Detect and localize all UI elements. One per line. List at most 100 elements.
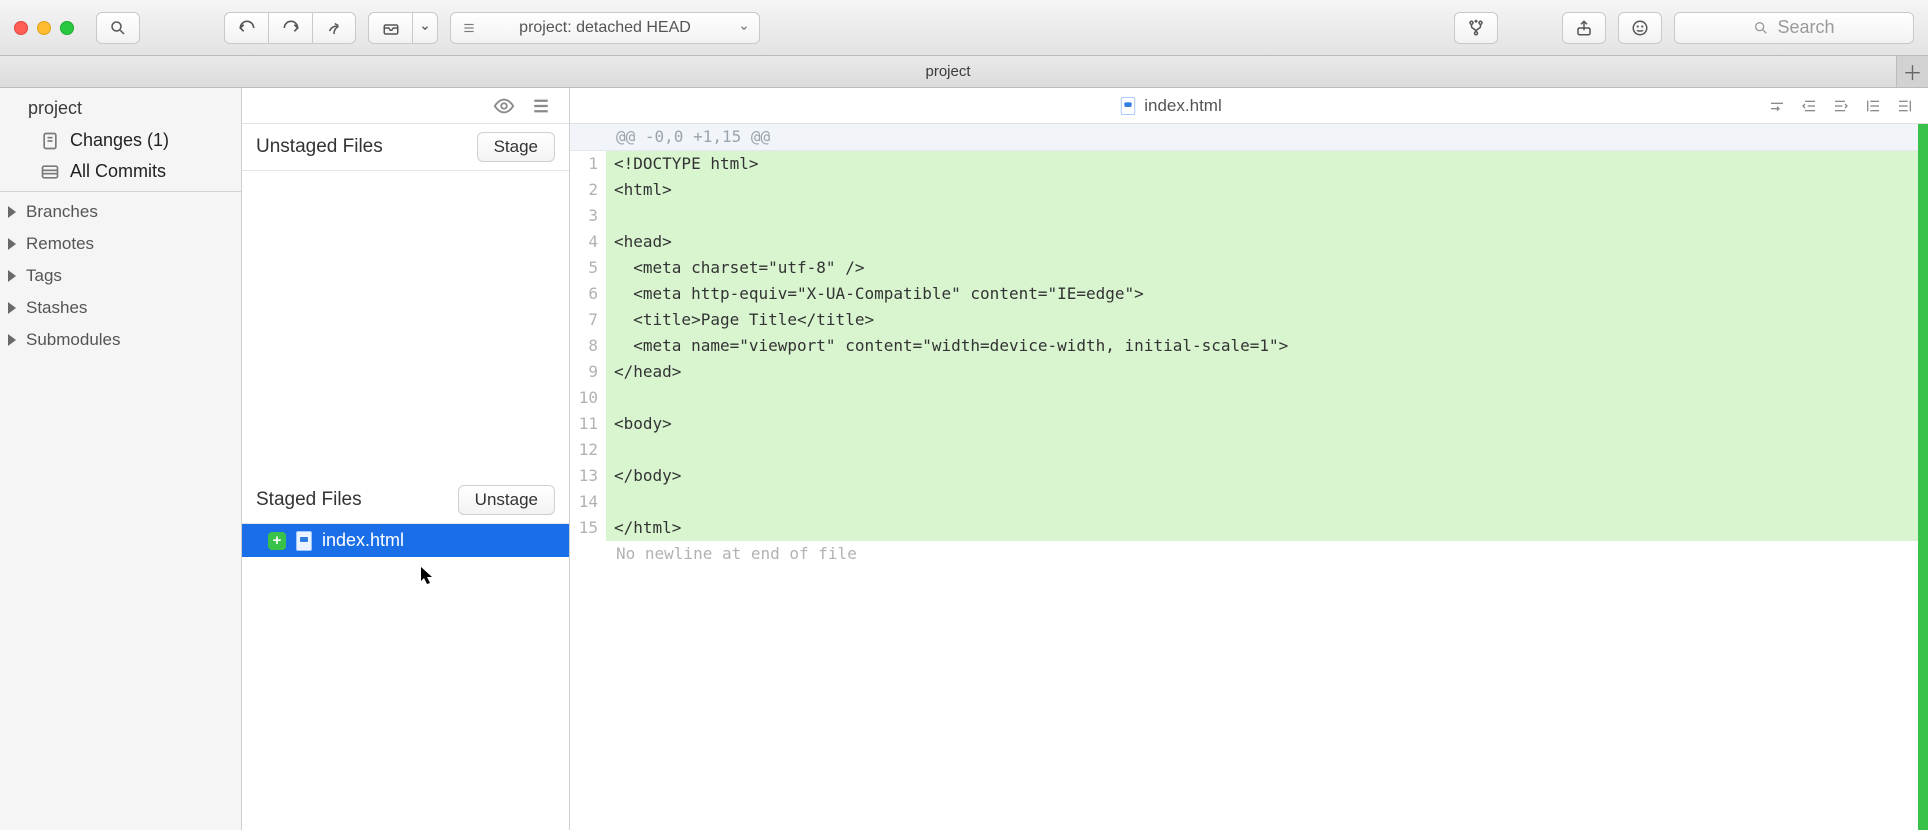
diff-line[interactable]: 3: [570, 203, 1928, 229]
add-tab-button[interactable]: ＋: [1896, 56, 1928, 87]
line-text: <meta http-equiv="X-UA-Compatible" conte…: [606, 281, 1928, 307]
git-branch-icon: [1466, 19, 1486, 37]
minimize-window-button[interactable]: [37, 21, 51, 35]
list-view-icon[interactable]: [531, 97, 551, 115]
branch-selector[interactable]: project: detached HEAD: [450, 12, 760, 44]
diff-line[interactable]: 2<html>: [570, 177, 1928, 203]
sidebar-section-remotes[interactable]: Remotes: [0, 228, 241, 260]
diff-tools: [1768, 98, 1914, 114]
new-branch-button[interactable]: [1454, 12, 1498, 44]
diff-filename-text: index.html: [1144, 96, 1221, 116]
emoji-button[interactable]: [1618, 12, 1662, 44]
line-number: 6: [570, 281, 606, 307]
file-panel-toolbar: [242, 88, 569, 124]
diff-line[interactable]: 14: [570, 489, 1928, 515]
sidebar: project Changes (1) All Commits Branches…: [0, 88, 242, 830]
search-icon: [1753, 20, 1769, 36]
line-text: <title>Page Title</title>: [606, 307, 1928, 333]
expand-left-icon[interactable]: [1864, 98, 1882, 114]
line-text: <head>: [606, 229, 1928, 255]
smile-icon: [1631, 19, 1649, 37]
indent-right-icon[interactable]: [1832, 98, 1850, 114]
diff-line[interactable]: 1<!DOCTYPE html>: [570, 151, 1928, 177]
cursor-icon: [420, 566, 434, 586]
sidebar-section-tags[interactable]: Tags: [0, 260, 241, 292]
diff-line[interactable]: 7 <title>Page Title</title>: [570, 307, 1928, 333]
section-label: Branches: [26, 202, 98, 222]
zoom-window-button[interactable]: [60, 21, 74, 35]
file-icon: [1121, 97, 1135, 115]
stash-menu-button[interactable]: [412, 12, 438, 44]
diff-line[interactable]: 13</body>: [570, 463, 1928, 489]
global-search[interactable]: Search: [1674, 12, 1914, 44]
plus-icon: ＋: [1903, 57, 1923, 86]
section-label: Tags: [26, 266, 62, 286]
list-icon: [461, 21, 477, 35]
diff-body[interactable]: @@ -0,0 +1,15 @@ 1<!DOCTYPE html>2<html>…: [570, 124, 1928, 830]
line-number: 8: [570, 333, 606, 359]
diff-line[interactable]: 10: [570, 385, 1928, 411]
diff-eof-message: No newline at end of file: [570, 541, 1928, 567]
file-name: index.html: [322, 530, 404, 551]
section-label: Stashes: [26, 298, 87, 318]
undo-button[interactable]: [224, 12, 268, 44]
search-button[interactable]: [96, 12, 140, 44]
toolbar: project: detached HEAD Search: [0, 0, 1928, 56]
changes-icon: [40, 131, 60, 151]
share-button[interactable]: [1562, 12, 1606, 44]
close-window-button[interactable]: [14, 21, 28, 35]
sidebar-repo-name[interactable]: project: [0, 92, 241, 125]
wrap-icon[interactable]: [1768, 98, 1786, 114]
redo-button[interactable]: [268, 12, 312, 44]
expand-right-icon[interactable]: [1896, 98, 1914, 114]
main-area: project Changes (1) All Commits Branches…: [0, 88, 1928, 830]
indent-left-icon[interactable]: [1800, 98, 1818, 114]
line-text: [606, 437, 1928, 463]
line-text: [606, 489, 1928, 515]
file-icon: [296, 531, 312, 551]
diff-line[interactable]: 4<head>: [570, 229, 1928, 255]
undo-icon: [237, 19, 257, 37]
tab-project[interactable]: project: [0, 56, 1896, 87]
line-text: [606, 385, 1928, 411]
line-text: <meta charset="utf-8" />: [606, 255, 1928, 281]
unstage-button[interactable]: Unstage: [458, 485, 555, 515]
section-label: Submodules: [26, 330, 121, 350]
line-number: 5: [570, 255, 606, 281]
staged-list[interactable]: + index.html: [242, 524, 569, 830]
sidebar-item-label: All Commits: [70, 161, 166, 182]
disclosure-triangle-icon: [8, 270, 16, 282]
staged-title: Staged Files: [256, 489, 448, 511]
nav-group: [224, 12, 356, 44]
diff-line[interactable]: 6 <meta http-equiv="X-UA-Compatible" con…: [570, 281, 1928, 307]
sidebar-section-branches[interactable]: Branches: [0, 196, 241, 228]
sidebar-item-all-commits[interactable]: All Commits: [0, 156, 241, 187]
tab-bar: project ＋: [0, 56, 1928, 88]
diff-line[interactable]: 9</head>: [570, 359, 1928, 385]
diff-line[interactable]: 5 <meta charset="utf-8" />: [570, 255, 1928, 281]
eye-icon[interactable]: [493, 95, 515, 117]
line-text: <html>: [606, 177, 1928, 203]
diff-line[interactable]: 11<body>: [570, 411, 1928, 437]
window-controls: [14, 21, 74, 35]
sidebar-section-submodules[interactable]: Submodules: [0, 324, 241, 356]
line-text: </html>: [606, 515, 1928, 541]
chevron-down-icon: [420, 23, 430, 33]
unstaged-list[interactable]: [242, 171, 569, 477]
stage-button[interactable]: Stage: [477, 132, 555, 162]
line-text: <!DOCTYPE html>: [606, 151, 1928, 177]
line-text: <body>: [606, 411, 1928, 437]
diff-line[interactable]: 15</html>: [570, 515, 1928, 541]
diff-line[interactable]: 8 <meta name="viewport" content="width=d…: [570, 333, 1928, 359]
up-button[interactable]: [312, 12, 356, 44]
share-icon: [1575, 19, 1593, 37]
section-label: Remotes: [26, 234, 94, 254]
added-badge-icon: +: [268, 532, 286, 550]
stash-button[interactable]: [368, 12, 412, 44]
sidebar-item-changes[interactable]: Changes (1): [0, 125, 241, 156]
sidebar-section-stashes[interactable]: Stashes: [0, 292, 241, 324]
redo-icon: [281, 19, 301, 37]
commits-icon: [40, 162, 60, 182]
staged-file-row[interactable]: + index.html: [242, 524, 569, 557]
diff-line[interactable]: 12: [570, 437, 1928, 463]
